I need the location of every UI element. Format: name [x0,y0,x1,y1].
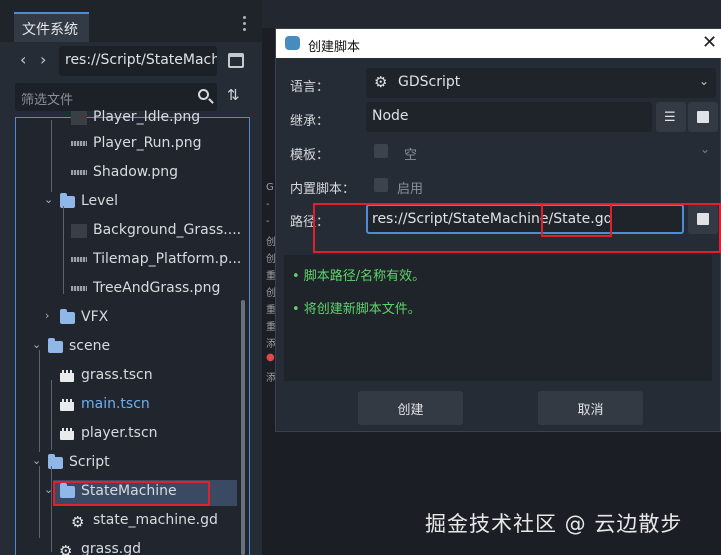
language-label: 语言： [290,80,330,95]
tree-item-label: grass.gd [81,541,142,555]
language-select[interactable]: ⚙ GDScript ⌄ [366,68,716,98]
script-gear-icon: ⚙ [59,542,73,555]
filesystem-dock: 文件系统 ‹ › res://Script/StateMach 筛选文件 ⇅ P… [0,0,262,555]
tree-item-label: Player_Run.png [93,135,202,151]
image-icon [71,257,87,262]
tree-item-label: Player_Idle.png [93,109,201,125]
tree-item-label: scene [69,338,111,354]
create-script-dialog: 创建脚本 ✕ 语言： ⚙ GDScript ⌄ 继承： Node ☰ 模板： 空… [275,28,721,432]
tree-item-label: Shadow.png [93,164,179,180]
path-field[interactable]: res://Script/StateMach [59,46,217,76]
tree-item-label: Tilemap_Platform.p... [93,251,242,267]
builtin-value: 启用 [397,182,424,197]
forward-icon[interactable]: › [40,50,46,69]
image-icon [71,141,87,146]
tree-item-label: state_machine.gd [93,512,218,528]
dialog-titlebar: 创建脚本 ✕ [276,29,721,58]
tree-item-vfx[interactable]: › VFX [16,306,246,330]
template-chevron-icon: ⌄ [700,142,711,156]
file-icon [697,111,709,123]
godot-icon [285,36,300,50]
image-icon [71,286,87,291]
code-line: G [266,182,274,193]
chevron-down-icon: ⌄ [699,74,710,88]
inherits-tree-button[interactable]: ☰ [656,102,686,132]
image-icon [71,224,87,238]
dialog-title: 创建脚本 [308,40,361,55]
tree-item-label: player.tscn [81,425,158,441]
tree-scrollbar[interactable] [241,300,245,555]
split-view-icon[interactable] [228,53,244,68]
tab-filesystem[interactable]: 文件系统 [14,12,89,42]
dock-menu-icon[interactable] [241,16,249,34]
image-icon [71,170,87,175]
scene-icon [60,370,74,382]
script-editor-toolbar [262,0,721,28]
folder-icon [48,338,63,353]
template-value: 空 [404,148,418,163]
tree-guide-line [51,466,52,552]
inherits-value: Node [372,108,409,124]
builtin-script-label: 内置脚本： [290,182,356,197]
filename-highlight-box [541,203,612,237]
tree-item-scene[interactable]: ⌄ scene [16,335,246,359]
tree-guide-line [39,350,40,452]
folder-icon [60,309,75,324]
builtin-checkbox[interactable] [374,178,388,192]
scene-icon [60,399,74,411]
tree-item-level[interactable]: ⌄ Level [16,190,246,214]
code-line: - [266,216,270,227]
template-label: 模板： [290,148,330,163]
back-icon[interactable]: ‹ [20,50,26,69]
tree-guide-line [51,380,52,450]
tree-guide-line [51,120,52,192]
inherits-input[interactable]: Node [366,102,652,132]
statemachine-highlight-box [53,481,210,506]
tree-item-label: Background_Grass.... [93,222,242,238]
inherits-label: 继承： [290,114,330,129]
status-path-valid: • 脚本路径/名称有效。 [292,269,426,284]
inherits-file-button[interactable] [688,102,718,132]
editor-window: G - - 创创重创重重添 ● 添 文件系统 ‹ › res://Script/State… [0,0,721,555]
tree-item-label: TreeAndGrass.png [93,280,221,296]
tree-item-background-grass[interactable]: Background_Grass.... [16,219,246,243]
tree-item-tilemap-platform[interactable]: Tilemap_Platform.p... [16,248,246,272]
validation-panel: • 脚本路径/名称有效。 • 将创建新脚本文件。 [284,255,712,381]
search-icon [198,89,209,100]
image-icon [71,111,87,125]
tree-item-label: grass.tscn [81,367,153,383]
tree-item-label: VFX [81,309,109,325]
gdscript-gear-icon: ⚙ [374,73,388,91]
tree-item-label: Script [69,454,110,470]
close-icon[interactable]: ✕ [702,32,717,53]
chevron-icon[interactable]: › [45,309,49,322]
tree-guide-line [63,206,64,294]
tree-item-treeandgrass[interactable]: TreeAndGrass.png [16,277,246,301]
tree-item-label: main.tscn [81,396,150,412]
watermark: 掘金技术社区 @ 云边散步 [425,512,683,536]
script-gear-icon: ⚙ [71,513,85,531]
template-checkbox[interactable] [374,144,388,158]
tree-item-label: Level [81,193,118,209]
create-button[interactable]: 创建 [358,391,463,425]
path-row-highlight-box [313,203,721,253]
chevron-icon[interactable]: ⌄ [44,193,53,206]
scene-icon [60,428,74,440]
sort-icon[interactable]: ⇅ [227,86,240,104]
tree-guide-line [39,466,40,538]
cancel-button[interactable]: 取消 [538,391,643,425]
status-new-file: • 将创建新脚本文件。 [292,302,421,317]
code-line: ● [266,352,275,363]
tree-icon: ☰ [664,110,676,125]
language-value: GDScript [398,74,461,90]
code-line: - [266,199,270,210]
